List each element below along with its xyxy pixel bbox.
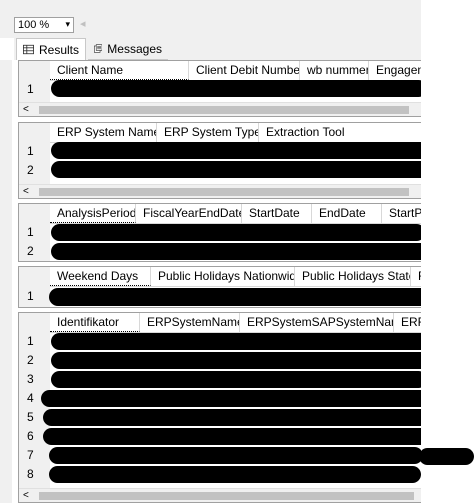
redacted-row: [41, 390, 421, 407]
grid-header: ERP System Name ERP System Type Extracti…: [50, 123, 421, 143]
tab-messages-label: Messages: [107, 41, 162, 56]
tab-results[interactable]: Results: [16, 38, 86, 60]
column-header[interactable]: StartDate: [242, 204, 312, 223]
redacted-row-overflow: [419, 448, 474, 465]
result-grid-5[interactable]: Identifikator ERPSystemName ERPSystemSAP…: [18, 312, 422, 503]
redacted-row: [43, 409, 421, 426]
redacted-row: [49, 466, 421, 483]
result-grid-3[interactable]: AnalysisPeriod FiscalYearEndDate StartDa…: [18, 203, 422, 262]
redacted-row: [51, 333, 421, 350]
row-number[interactable]: 8: [19, 467, 50, 481]
zoom-dropdown[interactable]: 100 % ▾: [14, 17, 74, 33]
row-number[interactable]: 1: [19, 144, 50, 158]
column-header[interactable]: ERF: [394, 313, 421, 332]
row-number[interactable]: 2: [19, 353, 50, 367]
column-header[interactable]: Client Name: [50, 61, 189, 80]
scroll-left-arrow[interactable]: <: [23, 103, 29, 116]
scroll-left-arrow[interactable]: <: [23, 185, 29, 198]
scrollbar-thumb[interactable]: [39, 106, 409, 114]
scrollbar-thumb[interactable]: [39, 188, 409, 196]
row-number[interactable]: 1: [19, 289, 50, 303]
column-header[interactable]: ERP System Name: [50, 123, 157, 142]
row-number[interactable]: 3: [19, 372, 50, 386]
column-header[interactable]: ERPSystemName: [140, 313, 240, 332]
row-number[interactable]: 2: [19, 163, 50, 177]
result-grid-2[interactable]: ERP System Name ERP System Type Extracti…: [18, 122, 422, 199]
grid-header: AnalysisPeriod FiscalYearEndDate StartDa…: [50, 204, 421, 224]
column-header[interactable]: Engageme: [369, 61, 421, 80]
row-number[interactable]: 1: [19, 225, 50, 239]
messages-icon: [94, 44, 103, 53]
horizontal-scrollbar[interactable]: <: [19, 102, 421, 116]
scrollbar-thumb[interactable]: [39, 492, 414, 500]
zoom-value: 100 %: [18, 19, 50, 31]
horizontal-scrollbar[interactable]: <: [19, 488, 421, 502]
column-header[interactable]: Public Holidays Nationwide: [151, 267, 295, 286]
column-header[interactable]: Public Holidays State: [295, 267, 411, 286]
column-header[interactable]: Extraction Tool: [259, 123, 359, 142]
redacted-row: [51, 80, 421, 97]
result-grid-1[interactable]: Client Name Client Debit Number wb numme…: [18, 60, 422, 117]
column-header[interactable]: wb nummer: [300, 61, 369, 80]
redacted-row: [51, 352, 421, 369]
redacted-row: [49, 288, 421, 306]
column-header[interactable]: AnalysisPeriod: [50, 204, 136, 223]
right-gutter: [421, 0, 474, 503]
column-header[interactable]: ERPSystemSAPSystemName: [240, 313, 394, 332]
redacted-row: [51, 161, 421, 178]
row-number[interactable]: 2: [19, 244, 50, 258]
scroll-left-arrow[interactable]: <: [23, 489, 29, 502]
horizontal-scrollbar[interactable]: <: [19, 184, 421, 198]
redacted-row: [51, 371, 421, 388]
row-number[interactable]: 1: [19, 334, 50, 348]
column-header[interactable]: StartPe: [382, 204, 421, 223]
grid-header: Identifikator ERPSystemName ERPSystemSAP…: [50, 313, 421, 333]
column-header[interactable]: ERP System Type: [157, 123, 259, 142]
tab-results-label: Results: [38, 42, 79, 57]
redacted-row: [43, 428, 421, 445]
grid-header: Client Name Client Debit Number wb numme…: [50, 61, 421, 81]
result-grid-4[interactable]: Weekend Days Public Holidays Nationwide …: [18, 266, 422, 308]
row-number[interactable]: 1: [19, 82, 50, 96]
redacted-row: [49, 447, 421, 464]
chevron-down-icon[interactable]: ▾: [65, 19, 70, 30]
column-header[interactable]: Identifikator: [50, 313, 140, 332]
tab-messages[interactable]: Messages: [88, 38, 168, 60]
redacted-row: [51, 224, 421, 241]
grid-icon: [23, 44, 34, 55]
scroll-left-icon[interactable]: ◂: [80, 17, 86, 30]
result-tabs: Results Messages: [14, 38, 421, 60]
column-header[interactable]: Weekend Days: [50, 267, 151, 286]
redacted-row: [51, 243, 421, 260]
column-header[interactable]: EndDate: [312, 204, 382, 223]
left-margin: [0, 60, 12, 503]
column-header[interactable]: FiscalYearEndDate: [136, 204, 242, 223]
column-header[interactable]: Client Debit Number: [189, 61, 300, 80]
grid-header: Weekend Days Public Holidays Nationwide …: [50, 267, 421, 287]
row-number[interactable]: 7: [19, 448, 50, 462]
redacted-row: [51, 142, 421, 159]
